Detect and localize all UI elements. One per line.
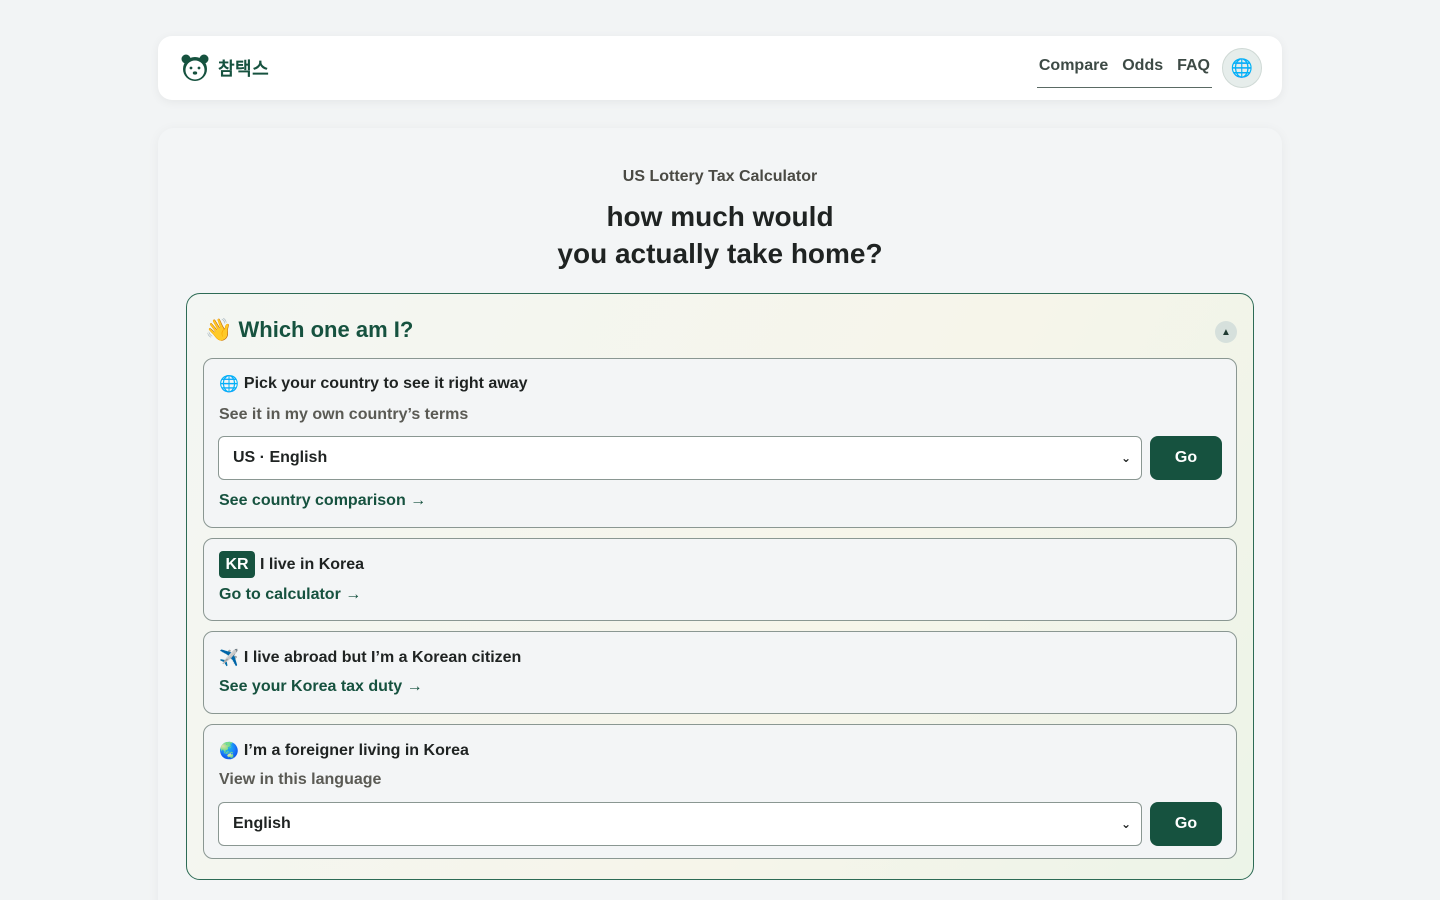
- option-subtitle: View in this language: [219, 771, 382, 788]
- chevron-up-icon: ▲: [1221, 326, 1231, 338]
- chevron-down-icon: ⌄: [1120, 451, 1131, 465]
- option-title: KR I live in Korea: [219, 551, 364, 578]
- country-go-button[interactable]: Go: [1150, 436, 1222, 480]
- nav-links: Compare Odds FAQ: [1036, 49, 1212, 88]
- chevron-down-icon: ⌄: [1120, 817, 1131, 831]
- option-title: ✈️ I live abroad but I’m a Korean citize…: [219, 648, 521, 668]
- site-header: 참택스 Compare Odds FAQ 🌐: [158, 36, 1282, 100]
- option-title-text: I’m a foreigner living in Korea: [243, 742, 469, 759]
- headline-line-2: you actually take home?: [557, 238, 883, 269]
- headline-line-1: how much would: [606, 201, 834, 232]
- option-title: 🌐 Pick your country to see it right away: [219, 374, 528, 394]
- country-comparison-link[interactable]: See country comparison →: [219, 492, 426, 510]
- main-nav: Compare Odds FAQ 🌐: [1036, 36, 1262, 100]
- page-subtitle: US Lottery Tax Calculator: [622, 168, 818, 185]
- brand-name: 참택스: [218, 59, 270, 79]
- globe-icon: 🌐: [1230, 57, 1254, 78]
- option-korean-abroad: ✈️ I live abroad but I’m a Korean citize…: [203, 631, 1237, 714]
- globe-icon: 🌐: [219, 376, 239, 393]
- chooser-title: 👋 Which one am I?: [205, 317, 414, 342]
- audience-chooser: 👋 Which one am I? ▲ 🌐 Pick your country …: [186, 293, 1254, 880]
- country-select-value: US · English: [233, 449, 328, 466]
- page-title: how much would you actually take home?: [158, 198, 1282, 272]
- airplane-icon: ✈️: [219, 650, 239, 667]
- option-pick-country: 🌐 Pick your country to see it right away…: [203, 358, 1237, 528]
- language-button[interactable]: 🌐: [1222, 48, 1262, 88]
- nav-compare[interactable]: Compare: [1039, 58, 1108, 74]
- korea-tax-duty-link[interactable]: See your Korea tax duty →: [219, 678, 423, 696]
- option-title-text: I live in Korea: [260, 555, 365, 573]
- collapse-button[interactable]: ▲: [1215, 321, 1237, 343]
- language-select-value: English: [233, 815, 291, 832]
- kr-badge: KR: [219, 551, 255, 578]
- option-title-text: I live abroad but I’m a Korean citizen: [243, 649, 522, 666]
- calculator-link[interactable]: Go to calculator →: [219, 586, 361, 604]
- bear-face-icon: [181, 54, 209, 81]
- option-subtitle: See it in my own country’s terms: [219, 406, 469, 423]
- option-foreigner-in-korea: 🌏 I’m a foreigner living in Korea View i…: [203, 724, 1237, 859]
- option-title: 🌏 I’m a foreigner living in Korea: [219, 741, 469, 761]
- language-go-button[interactable]: Go: [1150, 802, 1222, 846]
- globe-asia-icon: 🌏: [219, 743, 239, 760]
- brand[interactable]: 참택스: [180, 53, 269, 83]
- main-card: US Lottery Tax Calculator how much would…: [158, 128, 1282, 900]
- option-title-text: Pick your country to see it right away: [243, 375, 528, 392]
- option-live-in-korea: KR I live in Korea Go to calculator →: [203, 538, 1237, 621]
- nav-faq[interactable]: FAQ: [1177, 58, 1210, 74]
- language-select[interactable]: English ⌄: [218, 802, 1142, 846]
- nav-odds[interactable]: Odds: [1122, 58, 1163, 74]
- country-select[interactable]: US · English ⌄: [218, 436, 1142, 480]
